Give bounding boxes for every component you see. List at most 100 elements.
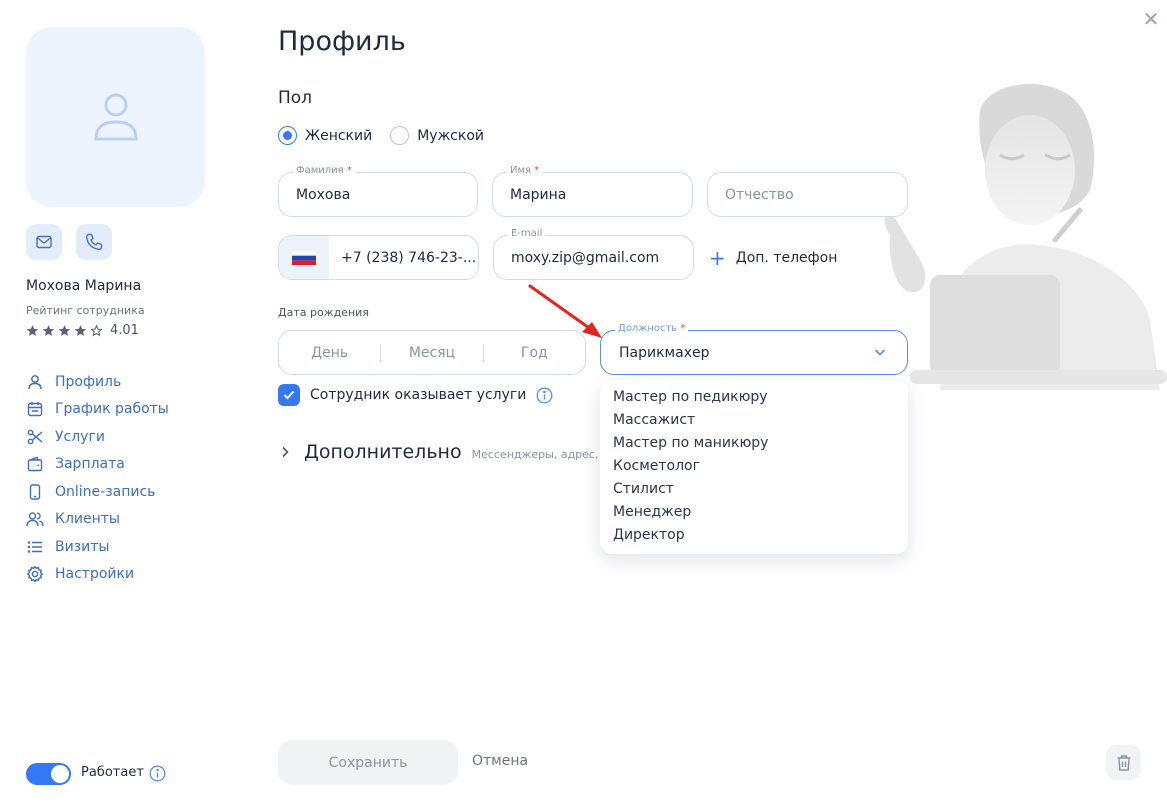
position-select[interactable]: Должность * Парикмахер	[600, 323, 908, 375]
add-phone-button[interactable]: + Доп. телефон	[709, 248, 837, 268]
sidebar-item-services[interactable]: Услуги	[26, 423, 169, 451]
birthdate-label: Дата рождения	[278, 306, 369, 319]
chevron-down-icon	[874, 349, 886, 356]
star-filled-icon	[42, 325, 55, 336]
trash-icon	[1117, 754, 1130, 771]
first-name-label: Имя *	[507, 165, 543, 176]
provides-services-label[interactable]: Сотрудник оказывает услуги	[310, 387, 526, 403]
sidebar-item-label: Профиль	[55, 373, 122, 390]
working-status-label: Работает	[81, 765, 144, 780]
email-field[interactable]: E-mail moxy.zip@gmail.com	[493, 228, 694, 280]
page-title: Профиль	[278, 26, 406, 57]
last-name-label-text: Фамилия	[296, 165, 344, 176]
sidebar-item-label: Визиты	[55, 538, 110, 555]
gender-radio-group: Женский Мужской	[278, 126, 502, 145]
additional-section-toggle[interactable]: Дополнительно Мессенджеры, адрес, д	[278, 441, 610, 463]
sidebar-nav: Профиль График работы Услуги Зарплата On…	[26, 368, 169, 588]
check-icon	[283, 390, 295, 400]
position-option[interactable]: Стилист	[600, 478, 908, 501]
info-icon[interactable]	[149, 765, 166, 782]
phone-value: +7 (238) 746-23-...	[341, 249, 477, 266]
wallet-icon	[26, 455, 44, 473]
scissors-icon	[26, 428, 44, 446]
last-name-field[interactable]: Фамилия * Мохова	[278, 165, 478, 217]
gear-icon	[26, 565, 44, 583]
mail-icon	[36, 235, 52, 249]
gender-section-title: Пол	[278, 88, 313, 108]
additional-section-subtitle: Мессенджеры, адрес, д	[471, 448, 610, 461]
phone-icon	[85, 233, 103, 251]
provides-services-row: Сотрудник оказывает услуги	[278, 384, 553, 406]
rating-label: Рейтинг сотрудника	[26, 304, 145, 317]
position-dropdown: Мастер по педикюру Массажист Мастер по м…	[600, 380, 908, 554]
country-flag-selector[interactable]	[279, 236, 329, 279]
avatar-placeholder-icon	[94, 93, 137, 141]
position-option[interactable]: Косметолог	[600, 455, 908, 478]
position-option[interactable]: Директор	[600, 524, 908, 547]
annotation-arrow	[528, 284, 602, 338]
gender-female-label[interactable]: Женский	[305, 128, 372, 144]
russia-flag-icon	[292, 250, 316, 265]
employee-name: Мохова Марина	[26, 278, 142, 294]
chevron-right-icon	[282, 446, 289, 458]
position-label: Должность *	[615, 323, 689, 334]
sidebar-item-visits[interactable]: Визиты	[26, 533, 169, 561]
sidebar-item-salary[interactable]: Зарплата	[26, 451, 169, 479]
sidebar-item-label: Зарплата	[55, 456, 125, 473]
email-value: moxy.zip@gmail.com	[511, 249, 660, 266]
last-name-value: Мохова	[296, 186, 351, 203]
gender-male-radio[interactable]	[390, 126, 410, 145]
save-button[interactable]: Сохранить	[278, 740, 458, 785]
position-option[interactable]: Мастер по маникюру	[600, 432, 908, 455]
first-name-field[interactable]: Имя * Марина	[492, 165, 693, 217]
position-option[interactable]: Массажист	[600, 409, 908, 432]
position-value: Парикмахер	[619, 344, 710, 361]
rating: 4.01	[26, 323, 139, 338]
user-icon	[26, 373, 44, 391]
email-contact-button[interactable]	[26, 224, 62, 260]
sidebar-item-profile[interactable]: Профиль	[26, 368, 169, 396]
provides-services-checkbox[interactable]	[278, 384, 300, 406]
avatar[interactable]	[26, 27, 205, 207]
cancel-button[interactable]: Отмена	[472, 753, 528, 769]
sidebar-item-settings[interactable]: Настройки	[26, 561, 169, 589]
phone-device-icon	[26, 483, 44, 501]
gender-female-radio[interactable]	[278, 126, 297, 145]
add-phone-label: Доп. телефон	[735, 250, 838, 266]
calendar-icon	[26, 400, 44, 418]
first-name-label-text: Имя	[510, 165, 532, 176]
birthdate-day[interactable]: День	[279, 345, 380, 361]
info-icon[interactable]	[536, 387, 553, 404]
phone-contact-button[interactable]	[76, 224, 112, 260]
sidebar-item-label: Услуги	[55, 428, 105, 445]
sidebar-item-label: Настройки	[55, 566, 135, 583]
star-filled-icon	[26, 325, 39, 336]
close-icon[interactable]: ✕	[1140, 8, 1162, 30]
sidebar-item-label: Клиенты	[55, 511, 120, 528]
users-icon	[26, 510, 44, 528]
last-name-label: Фамилия *	[293, 165, 355, 176]
delete-button[interactable]	[1106, 745, 1141, 780]
additional-section-title: Дополнительно	[304, 441, 462, 463]
first-name-value: Марина	[510, 186, 567, 203]
plus-icon: +	[709, 246, 726, 270]
phone-field[interactable]: +7 (238) 746-23-...	[278, 235, 479, 280]
position-label-text: Должность	[618, 323, 678, 334]
star-filled-icon	[58, 325, 71, 336]
sidebar-item-schedule[interactable]: График работы	[26, 396, 169, 424]
rating-value: 4.01	[110, 323, 139, 338]
sidebar-item-clients[interactable]: Клиенты	[26, 506, 169, 534]
position-option[interactable]: Мастер по педикюру	[600, 386, 908, 409]
patronymic-placeholder: Отчество	[725, 186, 794, 203]
sidebar-item-label: График работы	[55, 401, 169, 418]
star-filled-icon	[74, 325, 87, 336]
birthdate-month[interactable]: Месяц	[381, 345, 482, 361]
patronymic-field[interactable]: Отчество	[707, 172, 908, 217]
working-status-toggle[interactable]	[26, 763, 71, 785]
position-option[interactable]: Менеджер	[600, 501, 908, 524]
sidebar-item-label: Online-запись	[55, 483, 156, 500]
star-empty-icon	[90, 324, 103, 337]
gender-male-label[interactable]: Мужской	[417, 128, 484, 144]
list-icon	[26, 538, 44, 556]
sidebar-item-online-booking[interactable]: Online-запись	[26, 478, 169, 506]
